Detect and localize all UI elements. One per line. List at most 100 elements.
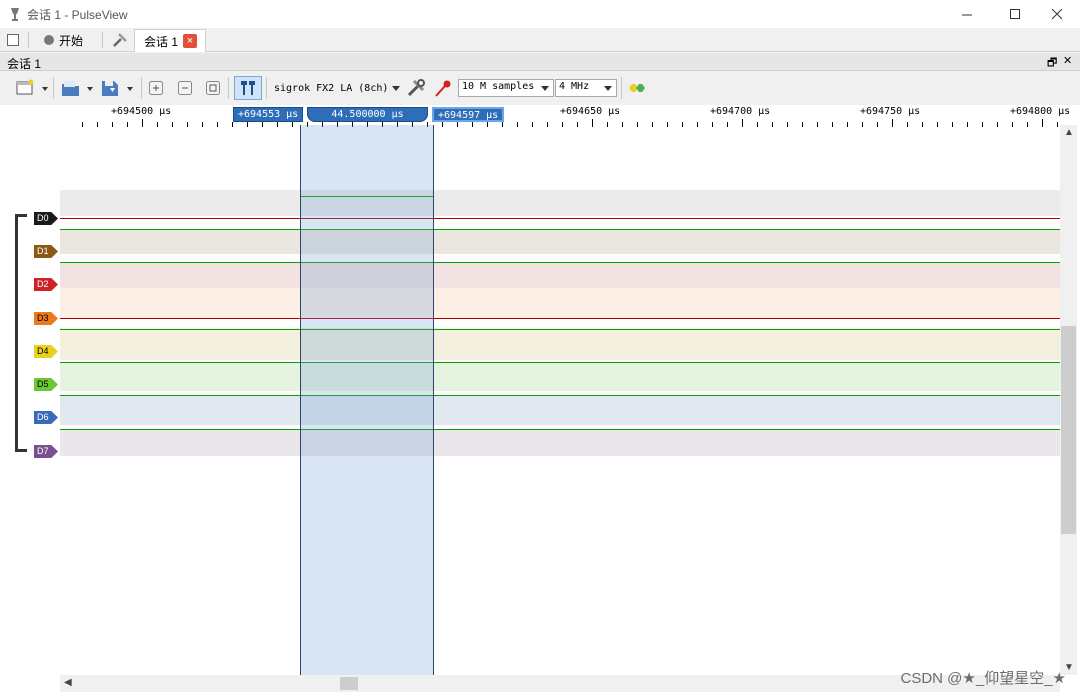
vertical-scrollbar[interactable]: ▲ ▼ — [1060, 125, 1077, 675]
signal-area[interactable] — [60, 190, 1060, 456]
ruler-tick — [787, 122, 788, 127]
ruler-tick — [157, 122, 158, 127]
open-folder-icon — [62, 81, 93, 96]
ruler-tick — [172, 122, 173, 127]
main-tab-bar: 开始 会话 1 × — [0, 28, 1080, 52]
zoom-out-button[interactable] — [176, 76, 194, 100]
channel-label-d1[interactable]: D1 — [34, 245, 58, 258]
ruler-tick — [547, 122, 548, 127]
channel-label-d2[interactable]: D2 — [34, 278, 58, 291]
right-cursor-flag[interactable]: +694597 μs — [432, 107, 505, 122]
ruler-tick — [757, 122, 758, 127]
device-selector[interactable]: sigrok FX2 LA (8ch) — [274, 76, 404, 100]
horizontal-scroll-thumb[interactable] — [340, 677, 358, 690]
zoom-in-button[interactable] — [147, 76, 165, 100]
maximize-button[interactable] — [993, 0, 1038, 28]
probe-icon — [435, 80, 451, 97]
signal-trace-d1 — [60, 229, 1060, 230]
ruler-label: +694700 μs — [710, 106, 771, 117]
device-config-button[interactable] — [405, 76, 427, 100]
chevron-down-icon — [604, 86, 612, 91]
decoder-button[interactable] — [626, 76, 648, 100]
ruler-tick — [637, 122, 638, 127]
zoom-fit-button[interactable] — [204, 76, 222, 100]
channel-label-d3[interactable]: D3 — [34, 312, 58, 325]
ruler-label: +694800 μs — [1010, 106, 1071, 117]
close-panel-button[interactable]: ✕ — [1063, 54, 1072, 67]
scroll-up-icon[interactable]: ▲ — [1064, 127, 1074, 138]
lane-bg-d3 — [60, 288, 1060, 319]
ruler-tick — [652, 122, 653, 127]
ruler-tick — [607, 122, 608, 127]
trace-view[interactable]: +694500 μs +694650 μs +694700 μs +694750… — [0, 105, 1080, 695]
lane-bg-d7 — [60, 430, 1060, 456]
lane-bg-d0 — [60, 190, 1060, 216]
session-tab[interactable]: 会话 1 × — [134, 29, 206, 52]
ruler-tick — [1057, 122, 1058, 127]
ruler-tick — [1012, 122, 1013, 127]
left-cursor-flag[interactable]: +694553 μs — [233, 107, 304, 122]
ruler-tick — [622, 122, 623, 127]
ruler-tick — [832, 122, 833, 127]
ruler-tick — [667, 122, 668, 127]
start-tab[interactable]: 开始 — [44, 28, 83, 52]
scroll-left-icon[interactable]: ◀ — [64, 677, 72, 688]
ruler-tick — [262, 122, 263, 127]
cursor-pair-icon — [241, 81, 255, 95]
chevron-down-icon — [541, 86, 549, 91]
ruler-tick — [697, 122, 698, 127]
ruler-tick — [457, 122, 458, 127]
minimize-button[interactable] — [945, 0, 990, 28]
ruler-tick — [892, 119, 893, 127]
session-header: 会话 1 🗗 ✕ — [0, 53, 1080, 71]
signal-trace-d5 — [60, 362, 1060, 363]
sample-count-value: 10 M samples — [462, 81, 535, 92]
zoom-fit-icon — [206, 81, 220, 95]
ruler-tick — [772, 122, 773, 127]
channel-label-d7[interactable]: D7 — [34, 445, 58, 458]
ruler-tick — [712, 122, 713, 127]
channel-label-d6[interactable]: D6 — [34, 411, 58, 424]
cursor-selection-region[interactable] — [300, 125, 434, 675]
maximize-icon — [1010, 8, 1020, 19]
new-doc-button[interactable] — [6, 28, 20, 52]
close-window-button[interactable] — [1035, 0, 1080, 28]
title-bar: 会话 1 - PulseView — [0, 0, 1080, 28]
vertical-scroll-thumb[interactable] — [1061, 326, 1076, 534]
ruler-tick — [682, 122, 683, 127]
settings-tab-button[interactable] — [112, 28, 128, 52]
sample-rate-select[interactable]: 4 MHz — [555, 79, 617, 97]
new-view-button[interactable] — [14, 76, 52, 100]
time-ruler[interactable]: +694500 μs +694650 μs +694700 μs +694750… — [60, 105, 1070, 129]
channel-label-d4[interactable]: D4 — [34, 345, 58, 358]
ruler-tick — [877, 122, 878, 127]
ruler-tick — [862, 122, 863, 127]
cursor-width-flag[interactable]: 44.500000 μs — [307, 107, 428, 122]
ruler-tick — [472, 122, 473, 127]
cursor-toggle-button[interactable] — [234, 76, 262, 100]
channel-label-d5[interactable]: D5 — [34, 378, 58, 391]
close-tab-icon[interactable]: × — [183, 34, 198, 48]
save-icon — [102, 81, 133, 96]
ruler-tick — [247, 122, 248, 127]
ruler-label: +694650 μs — [560, 106, 621, 117]
ruler-tick — [592, 119, 593, 127]
signal-trace-d0 — [60, 218, 1060, 219]
ruler-tick — [922, 122, 923, 127]
lane-bg-d6 — [60, 396, 1060, 425]
tools-icon — [407, 79, 425, 97]
ruler-tick — [1027, 122, 1028, 127]
float-panel-button[interactable]: 🗗 — [1047, 54, 1057, 73]
ruler-tick — [532, 122, 533, 127]
save-button[interactable] — [100, 76, 136, 100]
lane-bg-d5 — [60, 362, 1060, 391]
probe-config-button[interactable] — [432, 76, 454, 100]
ruler-tick — [187, 122, 188, 127]
lane-bg-d4 — [60, 328, 1060, 360]
open-button[interactable] — [60, 76, 96, 100]
document-icon — [7, 34, 19, 46]
sample-count-select[interactable]: 10 M samples — [458, 79, 554, 97]
ruler-tick — [847, 122, 848, 127]
protocol-decoder-icon — [629, 84, 645, 92]
channel-label-d0[interactable]: D0 — [34, 212, 58, 225]
